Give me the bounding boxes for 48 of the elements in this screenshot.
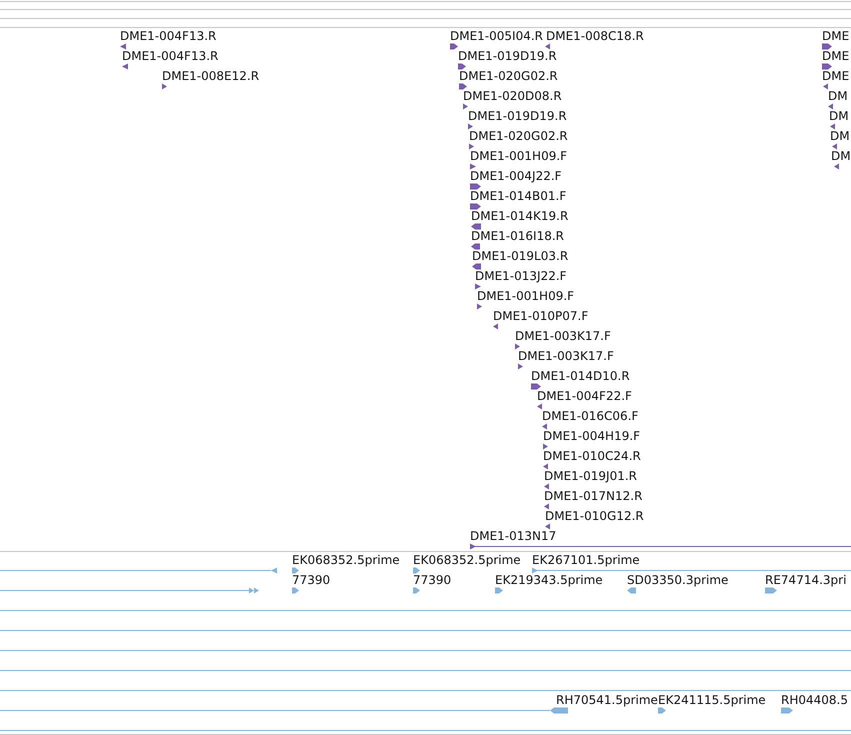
feature-label: DME1-014K19.R bbox=[471, 209, 568, 223]
feature-label: DME bbox=[822, 49, 850, 63]
feature-label: DME1-020G02.R bbox=[469, 129, 568, 143]
feature-label: DME1-014D10.R bbox=[531, 369, 630, 383]
feature-label: DME1-010G12.R bbox=[545, 509, 644, 523]
feature-label: RH04408.5 bbox=[781, 693, 848, 707]
feature-label: DME1-019J01.R bbox=[544, 469, 638, 483]
feature-label: DME1-010P07.F bbox=[493, 309, 588, 323]
feature-label: RE74714.3pri bbox=[765, 573, 846, 587]
feature-label: DME1-010C24.R bbox=[543, 449, 641, 463]
feature-label: DME1-004F13.R bbox=[122, 49, 218, 63]
feature-label: RH70541.5prime bbox=[556, 693, 658, 707]
feature-label: DME1-008E12.R bbox=[162, 69, 260, 83]
feature-label: DME1-005I04.R bbox=[450, 29, 544, 43]
feature-label: DME1-001H09.F bbox=[477, 289, 574, 303]
feature-label: DME1-004H19.F bbox=[543, 429, 640, 443]
feature-label: DME1-020G02.R bbox=[459, 69, 558, 83]
feature-label: EK241115.5prime bbox=[658, 693, 766, 707]
feature-label: EK068352.5prime bbox=[292, 553, 400, 567]
feature-label: DME1-013N17 bbox=[470, 529, 556, 543]
feature-label: DME1-003K17.F bbox=[515, 329, 611, 343]
feature-label: DME bbox=[822, 29, 850, 43]
feature-label: SD03350.3prime bbox=[627, 573, 728, 587]
feature-label: DME1-001H09.F bbox=[470, 149, 568, 163]
feature-label: DME1-008C18.R bbox=[546, 29, 644, 43]
feature-label: DME1-016I18.R bbox=[471, 229, 564, 243]
feature-label: DME1-004J22.F bbox=[470, 169, 562, 183]
feature-label: DM bbox=[829, 109, 849, 123]
feature-label: DME1-016C06.F bbox=[542, 409, 638, 423]
feature-label: DM bbox=[830, 129, 850, 143]
feature-label: EK219343.5prime bbox=[495, 573, 603, 587]
feature-label: DME1-019L03.R bbox=[472, 249, 568, 263]
feature-label: DME1-017N12.R bbox=[544, 489, 642, 503]
feature-label: DM bbox=[828, 89, 848, 103]
feature-label: DME1-020D08.R bbox=[463, 89, 562, 103]
feature-label: DME1-004F22.F bbox=[537, 389, 632, 403]
feature-label: DME1-014B01.F bbox=[470, 189, 566, 203]
feature-label: DME bbox=[822, 69, 850, 83]
feature-label: EK267101.5prime bbox=[532, 553, 640, 567]
feature-label: DM bbox=[831, 149, 851, 163]
feature-label: 77390 bbox=[413, 573, 452, 587]
feature-label: DME1-004F13.R bbox=[120, 29, 216, 43]
feature-label: DME1-013J22.F bbox=[475, 269, 567, 283]
feature-label: DME1-019D19.R bbox=[468, 109, 567, 123]
feature-label: DME1-019D19.R bbox=[458, 49, 557, 63]
feature-label: DME1-003K17.F bbox=[518, 349, 614, 363]
feature-label: 77390 bbox=[292, 573, 330, 587]
feature-label: EK068352.5prime bbox=[413, 553, 521, 567]
